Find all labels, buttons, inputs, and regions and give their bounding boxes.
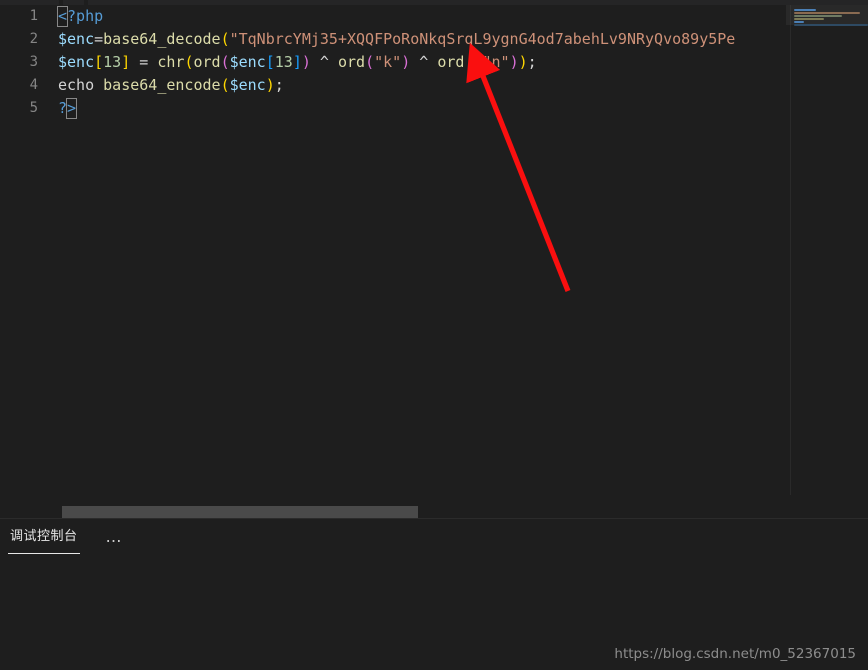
token-operator: = <box>94 30 104 48</box>
token-xor: ^ <box>410 53 438 71</box>
more-actions-button[interactable]: … <box>102 526 128 548</box>
token-paren: ) <box>509 53 519 71</box>
token-semicolon: ; <box>527 53 537 71</box>
code-line[interactable]: 4 echo base64_encode($enc); <box>0 74 868 97</box>
minimap-divider <box>790 5 791 495</box>
token-function: base64_encode <box>103 76 221 94</box>
code-line[interactable]: 3 $enc[13] = chr(ord($enc[13]) ^ ord("k"… <box>0 51 868 74</box>
minimap-row <box>794 18 824 20</box>
line-content: ?> <box>58 97 78 120</box>
token-function: ord <box>437 53 465 71</box>
code-line[interactable]: 1 <?php <box>0 5 868 28</box>
token-string: "k" <box>374 53 402 71</box>
token-paren: ( <box>365 53 375 71</box>
token-close-tag-bracket: > <box>66 98 78 119</box>
token-number: 13 <box>103 53 122 71</box>
token-bracket: [ <box>265 53 275 71</box>
token-variable: $enc <box>229 53 266 71</box>
minimap-row <box>794 21 804 23</box>
tab-debug-console[interactable]: 调试控制台 <box>8 519 80 554</box>
line-content: echo base64_encode($enc); <box>58 74 284 97</box>
token-paren: ) <box>301 53 311 71</box>
vscode-window: 1 <?php 2 $enc=base64_decode("TqNbrcYMj3… <box>0 0 868 670</box>
debug-console-panel: 调试控制台 … 筛选器(例如 text、!exclude) Launch cur… <box>0 519 868 670</box>
minimap-row <box>794 9 816 11</box>
watermark: https://blog.csdn.net/m0_52367015 <box>614 646 856 662</box>
token-paren: ) <box>265 76 275 94</box>
panel-header: 调试控制台 … <box>0 519 868 554</box>
token-string: "TqNbrcYMj35+XQQFPoRoNkqSrqL9ygnG4od7abe… <box>229 30 736 48</box>
token-function: ord <box>337 53 366 71</box>
token-semicolon: ; <box>274 76 284 94</box>
token-function: base64_decode <box>103 30 221 48</box>
line-number: 4 <box>29 77 38 93</box>
minimap-row <box>794 24 868 26</box>
token-bracket: ] <box>292 53 302 71</box>
line-number: 3 <box>29 54 38 70</box>
token-variable: $enc <box>58 30 95 48</box>
minimap-row <box>794 12 860 14</box>
token-bracket: [ <box>94 53 104 71</box>
code-editor[interactable]: 1 <?php 2 $enc=base64_decode("TqNbrcYMj3… <box>0 0 868 519</box>
scrollbar-thumb[interactable] <box>62 506 418 518</box>
token-paren: ( <box>220 76 230 94</box>
line-number: 1 <box>29 8 38 24</box>
code-line[interactable]: 2 $enc=base64_decode("TqNbrcYMj35+XQQFPo… <box>0 28 868 51</box>
line-content: $enc=base64_decode("TqNbrcYMj35+XQQFPoRo… <box>58 28 735 51</box>
token-php-tag: ?php <box>67 7 104 25</box>
token-string: "n" <box>482 53 510 71</box>
token-function: ord <box>193 53 221 71</box>
token-paren: ) <box>401 53 411 71</box>
line-content: $enc[13] = chr(ord($enc[13]) ^ ord("k") … <box>58 51 537 74</box>
token-number: 13 <box>274 53 293 71</box>
token-paren: ) <box>518 53 528 71</box>
line-number: 2 <box>29 31 38 47</box>
token-function: chr <box>157 53 185 71</box>
code-lines[interactable]: 1 <?php 2 $enc=base64_decode("TqNbrcYMj3… <box>0 5 868 495</box>
token-variable: $enc <box>229 76 266 94</box>
editor-minimap[interactable] <box>786 5 868 495</box>
line-content: <?php <box>57 5 104 28</box>
minimap-row <box>794 15 842 17</box>
token-keyword-echo: echo <box>58 76 104 94</box>
token-assign: = <box>130 53 158 71</box>
token-paren: ( <box>220 53 230 71</box>
token-bracket: ] <box>121 53 131 71</box>
token-xor: ^ <box>310 53 338 71</box>
token-variable: $enc <box>58 53 95 71</box>
editor-horizontal-scrollbar[interactable] <box>0 505 868 519</box>
code-line[interactable]: 5 ?> <box>0 97 868 120</box>
line-number: 5 <box>29 100 38 116</box>
token-paren: ( <box>220 30 230 48</box>
